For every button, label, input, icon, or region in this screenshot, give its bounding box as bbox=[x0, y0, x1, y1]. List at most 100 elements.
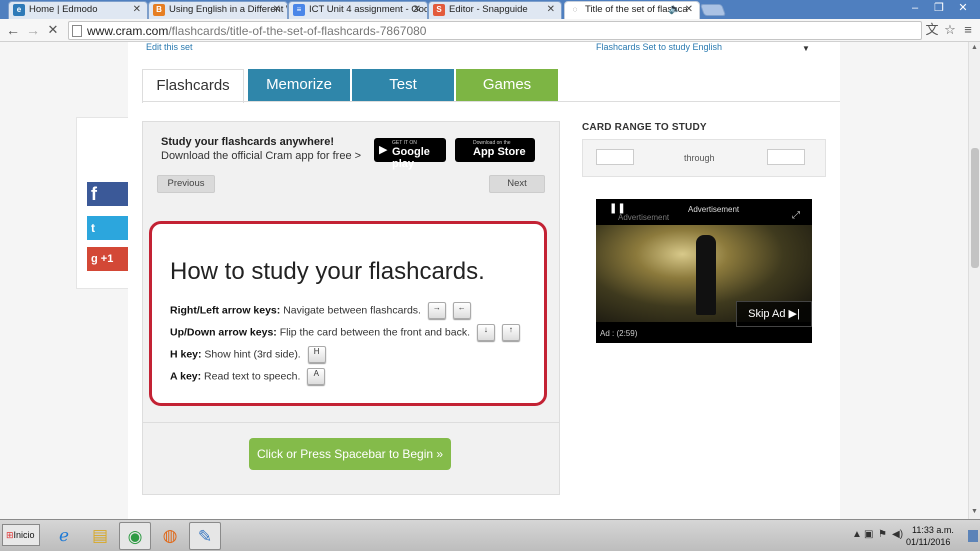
new-tab-button[interactable] bbox=[699, 4, 727, 16]
internet-explorer-icon[interactable]: ℯ bbox=[48, 522, 80, 550]
down-arrow-key-icon: ↓ bbox=[476, 324, 495, 341]
app-store-button[interactable]: Download on the App Store bbox=[455, 138, 535, 162]
page-scrollbar[interactable]: ▲ ▼ bbox=[968, 42, 980, 519]
close-tab-icon[interactable]: ✕ bbox=[413, 2, 421, 18]
ad-label: Advertisement bbox=[688, 205, 740, 214]
show-hidden-icons[interactable]: ▲ bbox=[852, 529, 862, 540]
action-center-icon[interactable]: ⚑ bbox=[878, 529, 887, 540]
next-button[interactable]: Next bbox=[489, 175, 545, 193]
instruction-arrows: Right/Left arrow keys: Navigate between … bbox=[170, 302, 471, 319]
google-play-icon: ▶ bbox=[379, 144, 388, 156]
ad-figure bbox=[696, 235, 716, 315]
range-through-label: through bbox=[684, 153, 715, 163]
instruction-hint: H key: Show hint (3rd side). H bbox=[170, 346, 326, 363]
browser-tab-snapguide[interactable]: S Editor - Snapguide ✕ bbox=[428, 1, 562, 19]
browser-tab-docs[interactable]: ≡ ICT Unit 4 assignment - Goo ✕ bbox=[288, 1, 428, 19]
browser-tab-edmodo[interactable]: e Home | Edmodo ✕ bbox=[8, 1, 148, 19]
flashcard[interactable]: How to study your flashcards. Right/Left… bbox=[149, 221, 547, 406]
video-ad[interactable]: ❚❚ Advertisement Advertisement ⤢ Skip Ad… bbox=[596, 199, 812, 343]
scroll-thumb[interactable] bbox=[971, 148, 979, 268]
h-key-icon: H bbox=[307, 346, 326, 363]
browser-toolbar: ← → ✕ www.cram.com/flashcards/title-of-t… bbox=[0, 19, 980, 42]
file-explorer-icon[interactable]: ▤ bbox=[84, 522, 116, 550]
start-button[interactable]: ⊞Inicio bbox=[2, 524, 40, 546]
tab-title: Editor - Snapguide bbox=[449, 4, 528, 15]
twitter-share-button[interactable]: t bbox=[87, 216, 129, 240]
browser-tab-blogger[interactable]: B Using English in a Different W ✕ bbox=[148, 1, 288, 19]
facebook-share-button[interactable]: f bbox=[87, 182, 129, 206]
previous-button[interactable]: Previous bbox=[157, 175, 215, 193]
edmodo-icon: e bbox=[13, 4, 25, 16]
facebook-icon: f bbox=[91, 184, 97, 204]
browser-tab-cram[interactable]: ◌ Title of the set of flashca 🔈 ✕ bbox=[564, 1, 700, 20]
card-footer-divider bbox=[143, 422, 559, 423]
expand-icon[interactable]: ⤢ bbox=[792, 210, 800, 221]
forward-arrow-icon[interactable]: → bbox=[24, 21, 42, 39]
page-viewport: f t g +1 Edit this set Flashcards Set to… bbox=[0, 42, 968, 519]
volume-icon[interactable]: ◀) bbox=[892, 529, 903, 540]
instruction-flip: Up/Down arrow keys: Flip the card betwee… bbox=[170, 324, 520, 341]
set-title-link[interactable]: Flashcards Set to study English bbox=[596, 42, 722, 52]
window-controls: – ❐ ✕ bbox=[906, 0, 972, 16]
tab-divider bbox=[142, 101, 840, 102]
close-tab-icon[interactable]: ✕ bbox=[133, 2, 141, 18]
flashcard-panel: Study your flashcards anywhere! Download… bbox=[142, 121, 560, 495]
minimize-icon[interactable]: – bbox=[906, 0, 924, 16]
chrome-icon[interactable]: ◉ bbox=[119, 522, 151, 550]
address-bar[interactable]: www.cram.com/flashcards/title-of-the-set… bbox=[68, 21, 922, 40]
right-arrow-key-icon: → bbox=[427, 302, 446, 319]
tab-title: Using English in a Different W bbox=[169, 4, 288, 15]
scroll-down-icon[interactable]: ▼ bbox=[971, 508, 978, 515]
close-window-icon[interactable]: ✕ bbox=[954, 0, 972, 16]
tab-memorize[interactable]: Memorize bbox=[248, 69, 350, 101]
scroll-up-icon[interactable]: ▲ bbox=[971, 44, 978, 51]
card-range-box: through bbox=[582, 139, 826, 177]
firefox-icon[interactable]: ◍ bbox=[154, 522, 186, 550]
range-to-input[interactable] bbox=[767, 149, 805, 165]
close-tab-icon[interactable]: ✕ bbox=[547, 2, 555, 18]
range-from-input[interactable] bbox=[596, 149, 634, 165]
windows-logo-icon: ⊞ bbox=[6, 530, 14, 540]
snapguide-icon: S bbox=[433, 4, 445, 16]
restore-icon[interactable]: ❐ bbox=[930, 0, 948, 16]
card-range-title: CARD RANGE TO STUDY bbox=[582, 122, 707, 133]
show-desktop-button[interactable] bbox=[968, 530, 978, 542]
page-icon bbox=[72, 25, 82, 37]
paint-icon[interactable]: ✎ bbox=[189, 522, 221, 550]
ad-label-faint: Advertisement bbox=[618, 213, 670, 222]
stop-loading-icon[interactable]: ✕ bbox=[44, 21, 62, 39]
twitter-icon: t bbox=[91, 221, 95, 235]
url-text: www.cram.com/flashcards/title-of-the-set… bbox=[87, 24, 427, 38]
docs-icon: ≡ bbox=[293, 4, 305, 16]
promo-title: Study your flashcards anywhere! bbox=[161, 136, 334, 148]
translate-icon[interactable]: 文 bbox=[924, 22, 940, 38]
google-play-button[interactable]: ▶ GET IT ON Google play bbox=[374, 138, 446, 170]
begin-button[interactable]: Click or Press Spacebar to Begin » bbox=[249, 438, 451, 470]
social-share-panel: f t g +1 bbox=[76, 117, 129, 289]
tab-games[interactable]: Games bbox=[456, 69, 558, 101]
tab-test[interactable]: Test bbox=[352, 69, 454, 101]
tab-title: Home | Edmodo bbox=[29, 4, 98, 15]
clock-date[interactable]: 01/11/2016 bbox=[906, 537, 950, 547]
bookmark-star-icon[interactable]: ☆ bbox=[942, 22, 958, 38]
tab-flashcards[interactable]: Flashcards bbox=[142, 69, 244, 103]
a-key-icon: A bbox=[307, 368, 326, 385]
skip-ad-button[interactable]: Skip Ad ▶| bbox=[736, 301, 812, 327]
ad-countdown: Ad : (2:59) bbox=[600, 329, 638, 338]
browser-tab-strip: e Home | Edmodo ✕ B Using English in a D… bbox=[0, 0, 980, 20]
instruction-speech: A key: Read text to speech. A bbox=[170, 368, 326, 385]
chevron-down-icon[interactable]: ▼ bbox=[802, 44, 810, 53]
google-plus-share-button[interactable]: g +1 bbox=[87, 247, 129, 271]
google-plus-icon: g +1 bbox=[91, 253, 114, 265]
speaker-icon: 🔈 bbox=[668, 4, 681, 15]
clock-time[interactable]: 11:33 a.m. bbox=[912, 525, 954, 535]
network-icon[interactable]: ▣ bbox=[864, 529, 873, 540]
promo-subtitle[interactable]: Download the official Cram app for free … bbox=[161, 150, 361, 162]
edit-set-link[interactable]: Edit this set bbox=[146, 42, 193, 52]
close-tab-icon[interactable]: ✕ bbox=[685, 2, 693, 18]
menu-icon[interactable]: ≡ bbox=[960, 22, 976, 38]
close-tab-icon[interactable]: ✕ bbox=[273, 2, 281, 18]
main-column: Edit this set Flashcards Set to study En… bbox=[128, 42, 840, 519]
up-arrow-key-icon: ↑ bbox=[501, 324, 520, 341]
back-arrow-icon[interactable]: ← bbox=[4, 21, 22, 39]
